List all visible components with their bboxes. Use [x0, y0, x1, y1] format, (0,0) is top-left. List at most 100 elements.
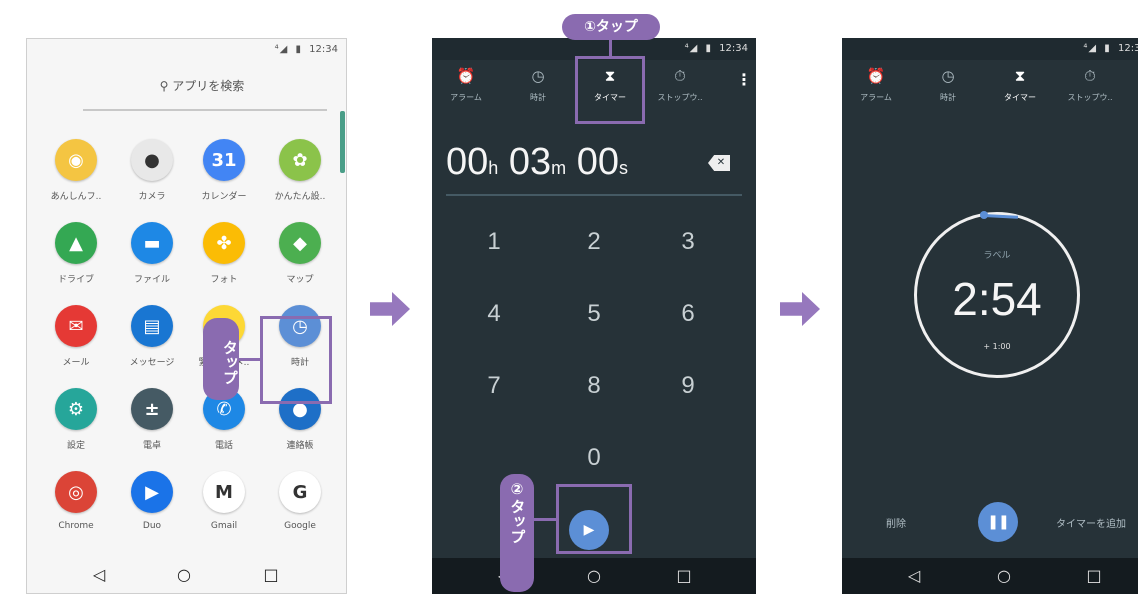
drive-app-icon: ▲	[55, 222, 97, 264]
backspace-icon[interactable]: ✕	[708, 155, 730, 171]
timer-input-display: 00h 03m 00s	[446, 141, 628, 184]
mail-app-icon: ✉	[55, 305, 97, 347]
app-search[interactable]: ⚲ アプリを検索	[127, 77, 277, 94]
timer-tab-highlight-box	[575, 56, 645, 124]
app-files[interactable]: ▬ ファイル	[117, 222, 187, 285]
app-chrome[interactable]: ◎ Chrome	[41, 471, 111, 531]
tap-text: タップ	[508, 499, 527, 544]
tab-label: 時計	[940, 93, 956, 102]
tab-label: ストップウ..	[1067, 93, 1113, 102]
status-time: 12:34	[1118, 43, 1138, 54]
add-minute-button[interactable]: + 1:00	[914, 342, 1080, 351]
camera-app-icon: ●	[131, 139, 173, 181]
stopwatch-icon: ⏱	[674, 67, 686, 85]
search-underline	[83, 109, 327, 111]
app-camera[interactable]: ● カメラ	[117, 139, 187, 202]
keypad-key-2[interactable]: 2	[564, 228, 624, 256]
app-drive[interactable]: ▲ ドライブ	[41, 222, 111, 285]
nav-bar: ◁ ○ □	[432, 558, 756, 594]
flow-arrow-1	[370, 292, 410, 326]
status-bar: ⁴◢ ▮ 12:34	[27, 39, 346, 61]
app-photos[interactable]: ✤ フォト	[189, 222, 259, 285]
app-label: カメラ	[138, 192, 166, 202]
back-icon[interactable]: ◁	[902, 566, 926, 585]
files-app-icon: ▬	[131, 222, 173, 264]
app-label: 電卓	[142, 441, 161, 451]
keypad-key-3[interactable]: 3	[658, 228, 718, 256]
app-gmail[interactable]: M Gmail	[189, 471, 259, 531]
status-time: 12:34	[309, 44, 338, 55]
status-bar: ⁴◢ ▮ 12:34	[842, 38, 1138, 60]
back-icon[interactable]: ◁	[87, 565, 111, 584]
maps-app-icon: ◆	[279, 222, 321, 264]
callout-connector	[534, 518, 558, 521]
tab-alarm[interactable]: ⏰ アラーム	[846, 66, 906, 103]
battery-icon: ▮	[1104, 43, 1111, 54]
duo-app-icon: ▶	[131, 471, 173, 513]
photos-app-icon: ✤	[203, 222, 245, 264]
clock-icon: ◷	[531, 67, 545, 85]
recents-icon[interactable]: □	[672, 566, 696, 585]
search-placeholder: アプリを検索	[172, 79, 245, 93]
app-label: ドライブ	[57, 275, 94, 285]
keypad-key-6[interactable]: 6	[658, 300, 718, 328]
app-calendar[interactable]: 31 カレンダー	[189, 139, 259, 202]
tab-label: タイマー	[1004, 93, 1036, 102]
timer-label[interactable]: ラベル	[914, 248, 1080, 261]
signal-icon: ⁴◢	[1083, 43, 1098, 54]
overflow-menu-icon[interactable]: ⋮	[736, 70, 752, 89]
alarm-icon: ⏰	[456, 67, 476, 85]
app-google[interactable]: G Google	[265, 471, 335, 531]
app-duo[interactable]: ▶ Duo	[117, 471, 187, 531]
recents-icon[interactable]: □	[1082, 566, 1106, 585]
tab-alarm[interactable]: ⏰ アラーム	[436, 66, 496, 103]
home-icon[interactable]: ○	[172, 565, 196, 584]
keypad-key-8[interactable]: 8	[564, 372, 624, 400]
easy-settings-app-icon: ✿	[279, 139, 321, 181]
app-label: Chrome	[58, 521, 94, 531]
app-label: ファイル	[133, 275, 170, 285]
app-easy-settings[interactable]: ✿ かんたん設..	[265, 139, 335, 202]
signal-icon: ⁴◢	[274, 44, 289, 55]
minutes-unit: m	[551, 158, 567, 178]
app-label: かんたん設..	[274, 192, 326, 202]
tab-timer[interactable]: ⧗ タイマー	[990, 66, 1050, 103]
calendar-app-icon: 31	[203, 139, 245, 181]
app-label: マップ	[286, 275, 314, 285]
keypad-key-0[interactable]: 0	[564, 444, 624, 472]
home-icon[interactable]: ○	[582, 566, 606, 585]
app-mail[interactable]: ✉ メール	[41, 305, 111, 368]
running-timer-screen: ⁴◢ ▮ 12:34 ⏰ アラーム ◷ 時計 ⧗ タイマー ⏱ ストップウ.. …	[842, 38, 1138, 594]
tab-stopwatch[interactable]: ⏱ ストップウ..	[1060, 66, 1120, 103]
battery-icon: ▮	[705, 43, 712, 54]
scrollbar-thumb[interactable]	[340, 111, 345, 173]
clock-icon: ◷	[941, 67, 955, 85]
keypad-key-1[interactable]: 1	[464, 228, 524, 256]
clock-tabs: ⏰ アラーム ◷ 時計 ⧗ タイマー ⏱ ストップウ..	[842, 60, 1138, 118]
keypad-key-7[interactable]: 7	[464, 372, 524, 400]
app-label: Duo	[142, 521, 162, 531]
app-shield[interactable]: ◉ あんしんフ..	[41, 139, 111, 202]
recents-icon[interactable]: □	[259, 565, 283, 584]
keypad-key-4[interactable]: 4	[464, 300, 524, 328]
pause-timer-button[interactable]: ❚❚	[978, 502, 1018, 542]
callout-connector	[238, 358, 262, 361]
app-settings[interactable]: ⚙ 設定	[41, 388, 111, 451]
app-messages[interactable]: ▤ メッセージ	[117, 305, 187, 368]
alarm-icon: ⏰	[866, 67, 886, 85]
app-label: フォト	[210, 275, 238, 285]
tab-stopwatch[interactable]: ⏱ ストップウ..	[650, 66, 710, 103]
step-number: ②	[510, 480, 524, 498]
tab-clock[interactable]: ◷ 時計	[508, 66, 568, 103]
tab-clock[interactable]: ◷ 時計	[918, 66, 978, 103]
app-maps[interactable]: ◆ マップ	[265, 222, 335, 285]
app-label: あんしんフ..	[50, 192, 102, 202]
keypad-key-5[interactable]: 5	[564, 300, 624, 328]
delete-button[interactable]: 削除	[886, 515, 906, 530]
app-label: 電話	[214, 441, 233, 451]
home-icon[interactable]: ○	[992, 566, 1016, 585]
app-label: カレンダー	[201, 192, 247, 202]
keypad-key-9[interactable]: 9	[658, 372, 718, 400]
add-timer-button[interactable]: タイマーを追加	[1056, 515, 1126, 530]
app-calculator[interactable]: ± 電卓	[117, 388, 187, 451]
